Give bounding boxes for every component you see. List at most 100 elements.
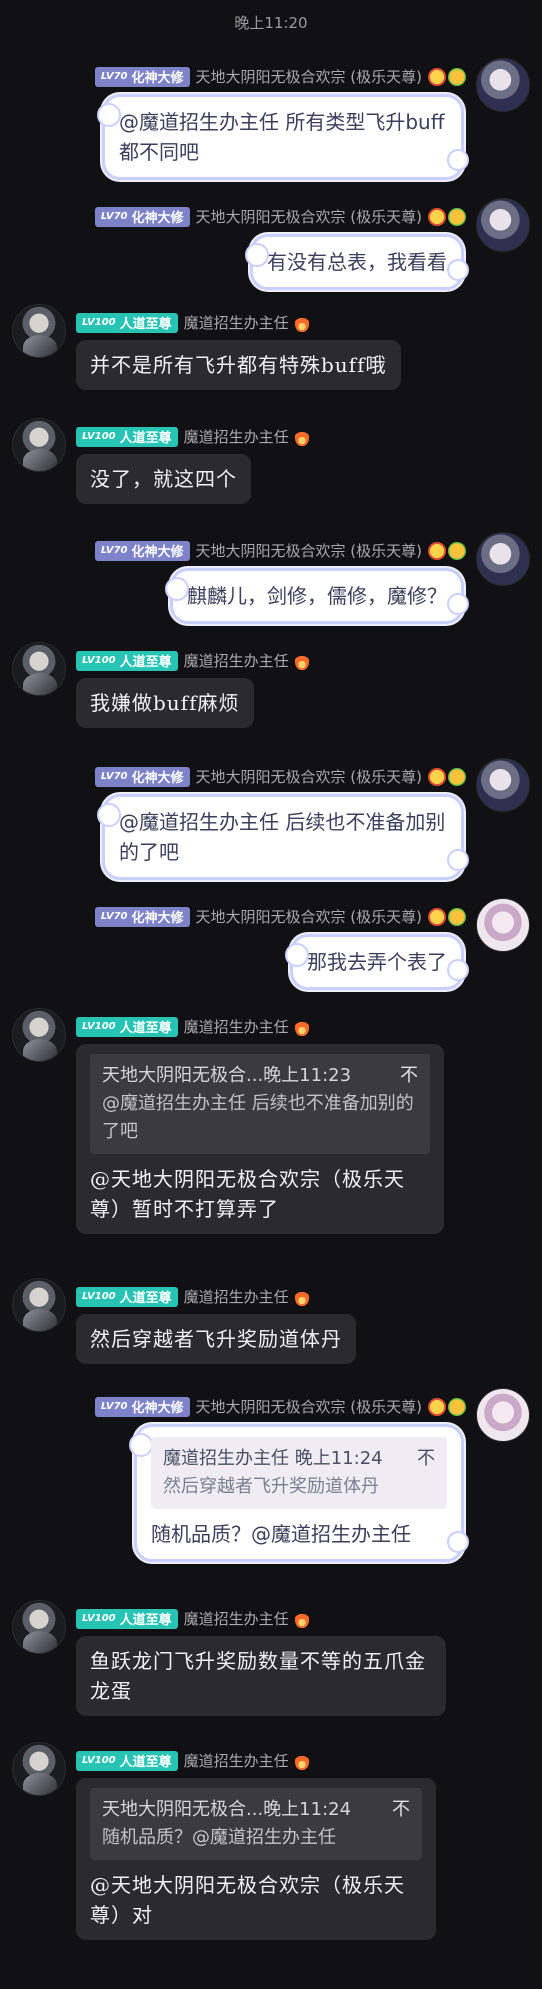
- level-badge: LV100 人道至尊: [76, 1750, 178, 1771]
- sender-header: LV70 化神大修 天地大阴阳无极合欢宗 (极乐天尊): [94, 906, 466, 927]
- quote-text: 随机品质？@魔道招生办主任: [102, 1827, 336, 1848]
- chat-message[interactable]: LV70 化神大修 天地大阴阳无极合欢宗 (极乐天尊) 那我去弄个表了: [0, 898, 542, 990]
- avatar[interactable]: [12, 1600, 66, 1654]
- chat-message[interactable]: LV100 人道至尊 魔道招生办主任 然后穿越者飞升奖励道体丹: [0, 1278, 542, 1378]
- message-text: 鱼跃龙门飞升奖励数量不等的五爪金龙蛋: [90, 1649, 426, 1703]
- sender-name[interactable]: 魔道招生办主任: [184, 650, 289, 671]
- quoted-reply[interactable]: 天地大阴阳无极合...晚上11:23 不 @魔道招生办主任 后续也不准备加别的了…: [90, 1054, 430, 1154]
- level-badge: LV70 化神大修: [94, 540, 190, 561]
- chat-message[interactable]: LV100 人道至尊 魔道招生办主任 天地大阴阳无极合...晚上11:24 不 随…: [0, 1742, 542, 1982]
- message-text: 随机品质？@魔道招生办主任: [151, 1522, 411, 1546]
- flame-icon: [294, 1287, 309, 1306]
- chat-message[interactable]: LV70 化神大修 天地大阴阳无极合欢宗 (极乐天尊) 有没有总表，我看看: [0, 198, 542, 290]
- quote-text: @魔道招生办主任 后续也不准备加别的了吧: [102, 1093, 414, 1142]
- sender-name[interactable]: 魔道招生办主任: [184, 1750, 289, 1771]
- avatar[interactable]: [12, 1008, 66, 1062]
- time-separator: 晚上11:20: [234, 14, 308, 32]
- sender-header: LV70 化神大修 天地大阴阳无极合欢宗 (极乐天尊): [94, 540, 466, 561]
- sender-header: LV100 人道至尊 魔道招生办主任: [76, 650, 309, 671]
- quote-header: 天地大阴阳无极合...晚上11:24: [102, 1799, 352, 1820]
- chat-message[interactable]: LV70 化神大修 天地大阴阳无极合欢宗 (极乐天尊) @魔道招生办主任 所有类型…: [0, 58, 542, 180]
- avatar[interactable]: [476, 898, 530, 952]
- message-text: @魔道招生办主任 所有类型飞升buff都不同吧: [119, 110, 445, 164]
- message-bubble[interactable]: 然后穿越者飞升奖励道体丹: [76, 1314, 356, 1364]
- message-bubble[interactable]: 没了，就这四个: [76, 454, 251, 504]
- message-text: 并不是所有飞升都有特殊buff哦: [90, 353, 387, 377]
- message-text: 有没有总表，我看看: [267, 250, 447, 274]
- sender-name[interactable]: 天地大阴阳无极合欢宗 (极乐天尊): [196, 540, 422, 561]
- avatar[interactable]: [12, 642, 66, 696]
- message-text: @天地大阴阳无极合欢宗（极乐天尊）对: [90, 1873, 405, 1927]
- sender-name[interactable]: 天地大阴阳无极合欢宗 (极乐天尊): [196, 1396, 422, 1417]
- level-badge: LV100 人道至尊: [76, 312, 178, 333]
- level-badge: LV100 人道至尊: [76, 1608, 178, 1629]
- sender-name[interactable]: 魔道招生办主任: [184, 1286, 289, 1307]
- sender-name[interactable]: 天地大阴阳无极合欢宗 (极乐天尊): [196, 206, 422, 227]
- message-text: 没了，就这四个: [90, 467, 237, 491]
- avatar[interactable]: [12, 1742, 66, 1796]
- message-text: @天地大阴阳无极合欢宗（极乐天尊）暂时不打算弄了: [90, 1167, 405, 1221]
- quote-close-mark: 不: [417, 1448, 435, 1469]
- level-badge: LV100 人道至尊: [76, 1286, 178, 1307]
- sender-header: LV100 人道至尊 魔道招生办主任: [76, 1750, 309, 1771]
- chat-message[interactable]: LV100 人道至尊 魔道招生办主任 天地大阴阳无极合...晚上11:23 不 @…: [0, 1008, 542, 1258]
- message-bubble[interactable]: 鱼跃龙门飞升奖励数量不等的五爪金龙蛋: [76, 1636, 446, 1716]
- flame-icon: [294, 1609, 309, 1628]
- sender-name[interactable]: 天地大阴阳无极合欢宗 (极乐天尊): [196, 66, 422, 87]
- sender-name[interactable]: 魔道招生办主任: [184, 1016, 289, 1037]
- message-bubble[interactable]: @魔道招生办主任 后续也不准备加别的了吧: [97, 794, 469, 880]
- chat-message[interactable]: LV100 人道至尊 魔道招生办主任 鱼跃龙门飞升奖励数量不等的五爪金龙蛋: [0, 1600, 542, 1730]
- avatar[interactable]: [476, 58, 530, 112]
- title-emoji-icon: [428, 1397, 466, 1416]
- sender-header: LV70 化神大修 天地大阴阳无极合欢宗 (极乐天尊): [94, 766, 466, 787]
- flame-icon: [294, 1751, 309, 1770]
- chat-message[interactable]: LV100 人道至尊 魔道招生办主任 没了，就这四个: [0, 418, 542, 518]
- flame-icon: [294, 651, 309, 670]
- level-badge: LV100 人道至尊: [76, 426, 178, 447]
- sender-name[interactable]: 天地大阴阳无极合欢宗 (极乐天尊): [196, 906, 422, 927]
- avatar[interactable]: [476, 758, 530, 812]
- message-bubble[interactable]: @魔道招生办主任 所有类型飞升buff都不同吧: [97, 94, 469, 180]
- level-badge: LV70 化神大修: [94, 1396, 190, 1417]
- message-text: 那我去弄个表了: [307, 950, 447, 974]
- quote-header: 魔道招生办主任 晚上11:24: [163, 1448, 383, 1469]
- message-bubble[interactable]: 魔道招生办主任 晚上11:24 不 然后穿越者飞升奖励道体丹 随机品质？@魔道招…: [129, 1424, 469, 1562]
- message-bubble[interactable]: 有没有总表，我看看: [245, 234, 469, 290]
- quote-close-mark: 不: [392, 1799, 410, 1820]
- message-bubble[interactable]: 我嫌做buff麻烦: [76, 678, 254, 728]
- chat-message[interactable]: LV70 化神大修 天地大阴阳无极合欢宗 (极乐天尊) 麒麟儿，剑修，儒修，魔修？: [0, 532, 542, 632]
- message-bubble[interactable]: 那我去弄个表了: [285, 934, 469, 990]
- level-badge: LV70 化神大修: [94, 766, 190, 787]
- chat-message[interactable]: LV100 人道至尊 魔道招生办主任 我嫌做buff麻烦: [0, 642, 542, 742]
- level-badge: LV70 化神大修: [94, 206, 190, 227]
- title-emoji-icon: [428, 207, 466, 226]
- quoted-reply[interactable]: 天地大阴阳无极合...晚上11:24 不 随机品质？@魔道招生办主任: [90, 1788, 422, 1860]
- sender-name[interactable]: 魔道招生办主任: [184, 426, 289, 447]
- avatar[interactable]: [12, 304, 66, 358]
- sender-name[interactable]: 魔道招生办主任: [184, 312, 289, 333]
- avatar[interactable]: [12, 1278, 66, 1332]
- avatar[interactable]: [476, 198, 530, 252]
- level-badge: LV100 人道至尊: [76, 1016, 178, 1037]
- level-badge: LV100 人道至尊: [76, 650, 178, 671]
- avatar[interactable]: [476, 1388, 530, 1442]
- avatar[interactable]: [476, 532, 530, 586]
- quote-text: 然后穿越者飞升奖励道体丹: [163, 1476, 379, 1497]
- flame-icon: [294, 313, 309, 332]
- message-bubble[interactable]: 麒麟儿，剑修，儒修，魔修？: [165, 568, 469, 624]
- message-text: 我嫌做buff麻烦: [90, 691, 240, 715]
- message-bubble[interactable]: 天地大阴阳无极合...晚上11:24 不 随机品质？@魔道招生办主任 @天地大阴…: [76, 1778, 436, 1940]
- chat-message[interactable]: LV70 化神大修 天地大阴阳无极合欢宗 (极乐天尊) @魔道招生办主任 后续也不…: [0, 758, 542, 880]
- chat-message[interactable]: LV70 化神大修 天地大阴阳无极合欢宗 (极乐天尊) 魔道招生办主任 晚上11:…: [0, 1388, 542, 1588]
- avatar[interactable]: [12, 418, 66, 472]
- sender-name[interactable]: 魔道招生办主任: [184, 1608, 289, 1629]
- message-bubble[interactable]: 并不是所有飞升都有特殊buff哦: [76, 340, 401, 390]
- quoted-reply[interactable]: 魔道招生办主任 晚上11:24 不 然后穿越者飞升奖励道体丹: [151, 1437, 447, 1509]
- message-bubble[interactable]: 天地大阴阳无极合...晚上11:23 不 @魔道招生办主任 后续也不准备加别的了…: [76, 1044, 444, 1234]
- sender-header: LV100 人道至尊 魔道招生办主任: [76, 1608, 309, 1629]
- chat-message[interactable]: LV100 人道至尊 魔道招生办主任 并不是所有飞升都有特殊buff哦: [0, 304, 542, 404]
- title-emoji-icon: [428, 67, 466, 86]
- title-emoji-icon: [428, 541, 466, 560]
- sender-name[interactable]: 天地大阴阳无极合欢宗 (极乐天尊): [196, 766, 422, 787]
- flame-icon: [294, 427, 309, 446]
